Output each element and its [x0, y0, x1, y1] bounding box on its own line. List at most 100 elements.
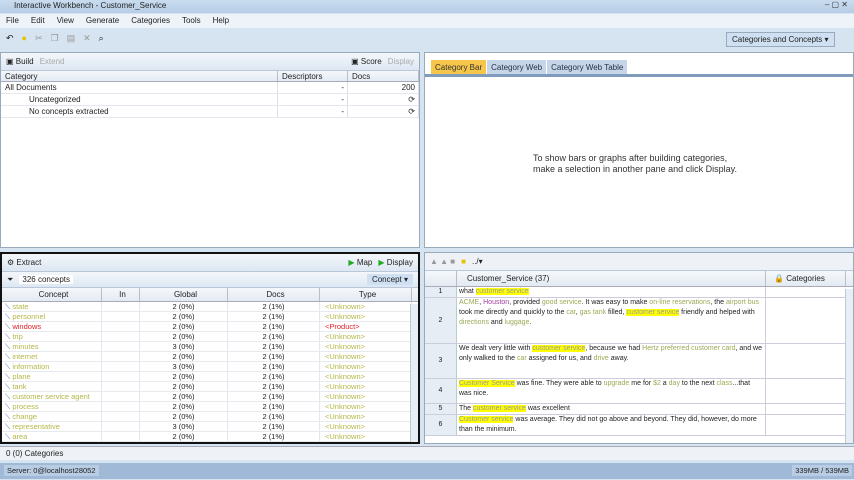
highlight-icon[interactable]: ■	[461, 257, 466, 266]
concept-docs: 2 (1%)	[228, 362, 320, 371]
col-docs[interactable]: Docs	[228, 288, 320, 301]
concept-view-select[interactable]: Concept ▾	[366, 274, 413, 285]
menu-view[interactable]: View	[57, 16, 74, 26]
category-name: Uncategorized	[1, 94, 278, 105]
concept-row[interactable]: ⟍ plane 2 (0%) 2 (1%) <Unknown>	[2, 372, 418, 382]
concept-name: minutes	[12, 342, 39, 351]
concept-row[interactable]: ⟍ change 2 (0%) 2 (1%) <Unknown>	[2, 412, 418, 422]
extend-button[interactable]: Extend	[40, 57, 65, 66]
paste-icon[interactable]: ▤	[67, 33, 76, 45]
menu-categories[interactable]: Categories	[131, 16, 170, 26]
concept-row[interactable]: ⟍ windows 2 (0%) 2 (1%) <Product>	[2, 322, 418, 332]
concept-type: <Unknown>	[320, 412, 412, 421]
server-bar: Server: 0@localhost28052 339MB / 539MB	[0, 463, 854, 479]
bulb-icon[interactable]: ●	[22, 33, 27, 45]
col-category[interactable]: Category	[1, 71, 278, 81]
concept-row[interactable]: ⟍ customer service agent 2 (0%) 2 (1%) <Unk…	[2, 392, 418, 402]
col-docs[interactable]: Docs	[348, 71, 419, 81]
concept-docs: 2 (1%)	[228, 332, 320, 341]
concept-row[interactable]: ⟍ tank 2 (0%) 2 (1%) <Unknown>	[2, 382, 418, 392]
col-document[interactable]: Customer_Service (37)	[457, 271, 766, 286]
col-global[interactable]: Global	[140, 288, 228, 301]
col-type[interactable]: Type	[320, 288, 412, 301]
menu-file[interactable]: File	[6, 16, 19, 26]
row-number: 3	[425, 344, 457, 378]
col-descriptors[interactable]: Descriptors	[278, 71, 348, 81]
window-controls[interactable]: ‒ ▢ ✕	[825, 0, 848, 9]
display-options-icon[interactable]: ../▾	[472, 257, 483, 266]
concept-type: <Product>	[320, 322, 412, 331]
filter-icon[interactable]: ⏷	[7, 275, 13, 285]
document-row[interactable]: 1 what customer service	[425, 287, 853, 298]
tab-category-web-table[interactable]: Category Web Table	[547, 60, 628, 74]
document-categories	[766, 287, 846, 297]
concept-row[interactable]: ⟍ minutes 3 (0%) 2 (1%) <Unknown>	[2, 342, 418, 352]
row-number: 6	[425, 415, 457, 435]
menu-edit[interactable]: Edit	[31, 16, 45, 26]
category-descriptors: -	[278, 82, 348, 93]
concept-name: tank	[12, 382, 27, 391]
tab-category-web[interactable]: Category Web	[487, 60, 547, 74]
category-row[interactable]: No concepts extracted - ⟳	[1, 106, 419, 118]
concept-type: <Unknown>	[320, 422, 412, 431]
concept-type: <Unknown>	[320, 362, 412, 371]
concept-row[interactable]: ⟍ area 2 (0%) 2 (1%) <Unknown>	[2, 432, 418, 442]
concept-global: 3 (0%)	[140, 362, 228, 371]
concept-docs: 2 (1%)	[228, 392, 320, 401]
display-label: Display	[386, 258, 413, 267]
concept-global: 2 (0%)	[140, 432, 228, 441]
menu-help[interactable]: Help	[213, 16, 229, 26]
concept-row[interactable]: ⟍ trip 2 (0%) 2 (1%) <Unknown>	[2, 332, 418, 342]
concept-row[interactable]: ⟍ information 3 (0%) 2 (1%) <Unknown>	[2, 362, 418, 372]
col-in[interactable]: In	[102, 288, 140, 301]
concept-name: area	[12, 432, 28, 441]
concept-row[interactable]: ⟍ state 2 (0%) 2 (1%) <Unknown>	[2, 302, 418, 312]
menu-generate[interactable]: Generate	[86, 16, 119, 26]
category-docs: ⟳	[348, 94, 419, 105]
concept-name: windows	[12, 322, 42, 331]
empty-message: To show bars or graphs after building ca…	[533, 153, 737, 175]
memory-usage: 339MB / 539MB	[792, 465, 852, 476]
concept-docs: 2 (1%)	[228, 342, 320, 351]
menu-tools[interactable]: Tools	[182, 16, 201, 26]
document-row[interactable]: 4 Customer Service was fine. They were ab…	[425, 379, 853, 404]
category-row[interactable]: All Documents -200	[1, 82, 419, 94]
map-button[interactable]: ▶ Map	[348, 258, 372, 267]
concept-type: <Unknown>	[320, 392, 412, 401]
concept-global: 2 (0%)	[140, 322, 228, 331]
cut-icon[interactable]: ✂	[35, 33, 43, 45]
category-descriptors: -	[278, 94, 348, 105]
document-row[interactable]: 6 Customer service was average. They did …	[425, 415, 853, 436]
col-categories-label: Categories	[786, 274, 825, 283]
concept-row[interactable]: ⟍ internet 2 (0%) 2 (1%) <Unknown>	[2, 352, 418, 362]
copy-icon[interactable]: ❐	[51, 33, 59, 45]
extract-button[interactable]: ⚙ Extract	[7, 258, 41, 267]
concept-scrollbar[interactable]	[410, 304, 418, 442]
concept-row[interactable]: ⟍ representative 3 (0%) 2 (1%) <Unknown>	[2, 422, 418, 432]
display-button[interactable]: ▶ Display	[378, 258, 413, 267]
concept-global: 2 (0%)	[140, 312, 228, 321]
extraction-pane: ⚙ Extract ▶ Map ▶ Display ⏷ 326 concepts Con…	[0, 252, 420, 444]
col-categories[interactable]: 🔒 Categories	[766, 271, 846, 286]
build-button[interactable]: ▣ Build	[6, 57, 34, 66]
concept-row[interactable]: ⟍ personnel 2 (0%) 2 (1%) <Unknown>	[2, 312, 418, 322]
document-row[interactable]: 3 We dealt very little with customer serv…	[425, 344, 853, 379]
concept-docs: 2 (1%)	[228, 382, 320, 391]
col-concept[interactable]: Concept	[2, 288, 102, 301]
concept-global: 3 (0%)	[140, 342, 228, 351]
concept-global: 2 (0%)	[140, 302, 228, 311]
category-row[interactable]: Uncategorized - ⟳	[1, 94, 419, 106]
document-row[interactable]: 2 ACME, Houston, provided good service. I…	[425, 298, 853, 344]
toolbar-icon[interactable]: ▲ ▲ ■	[430, 257, 455, 266]
display-button-top[interactable]: Display	[388, 57, 414, 66]
category-descriptors: -	[278, 106, 348, 117]
view-select[interactable]: Categories and Concepts ▾	[726, 32, 835, 47]
delete-icon[interactable]: ✕	[83, 33, 91, 45]
document-row[interactable]: 5 The customer service was excellent	[425, 404, 853, 415]
text-scrollbar[interactable]	[845, 289, 853, 443]
find-icon[interactable]: ⌕	[99, 33, 104, 45]
undo-icon[interactable]: ↶	[6, 33, 14, 45]
concept-row[interactable]: ⟍ process 2 (0%) 2 (1%) <Unknown>	[2, 402, 418, 412]
score-button[interactable]: ▣ Score	[351, 57, 382, 66]
tab-category-bar[interactable]: Category Bar	[431, 60, 487, 74]
